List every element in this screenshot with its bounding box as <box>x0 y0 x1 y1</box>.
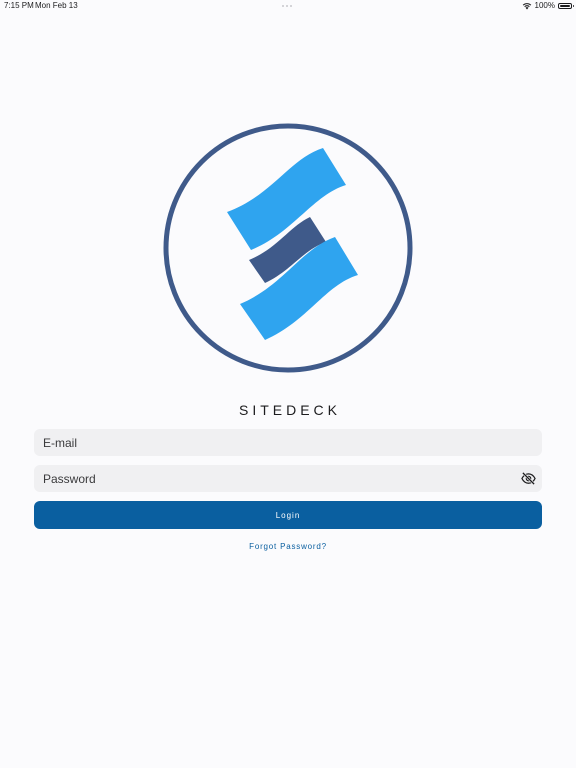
email-field-container <box>34 429 542 456</box>
app-name: SITEDECK <box>238 402 341 418</box>
status-bar: 7:15 PM Mon Feb 13 100% <box>0 0 576 12</box>
battery-percentage: 100% <box>534 1 555 10</box>
password-field-container <box>34 465 542 492</box>
multitasking-dots[interactable] <box>282 5 292 7</box>
wifi-icon <box>522 3 531 10</box>
status-date: Mon Feb 13 <box>35 1 78 10</box>
eye-slash-icon[interactable] <box>521 471 536 486</box>
forgot-password-link[interactable]: Forgot Password? <box>0 542 576 551</box>
login-button[interactable]: Login <box>34 501 542 529</box>
email-field[interactable] <box>34 429 542 456</box>
status-time: 7:15 PM <box>4 1 34 10</box>
status-indicators: 100% <box>522 0 574 12</box>
battery-icon <box>558 3 574 9</box>
sitedeck-logo <box>163 123 413 373</box>
password-field[interactable] <box>34 465 542 492</box>
